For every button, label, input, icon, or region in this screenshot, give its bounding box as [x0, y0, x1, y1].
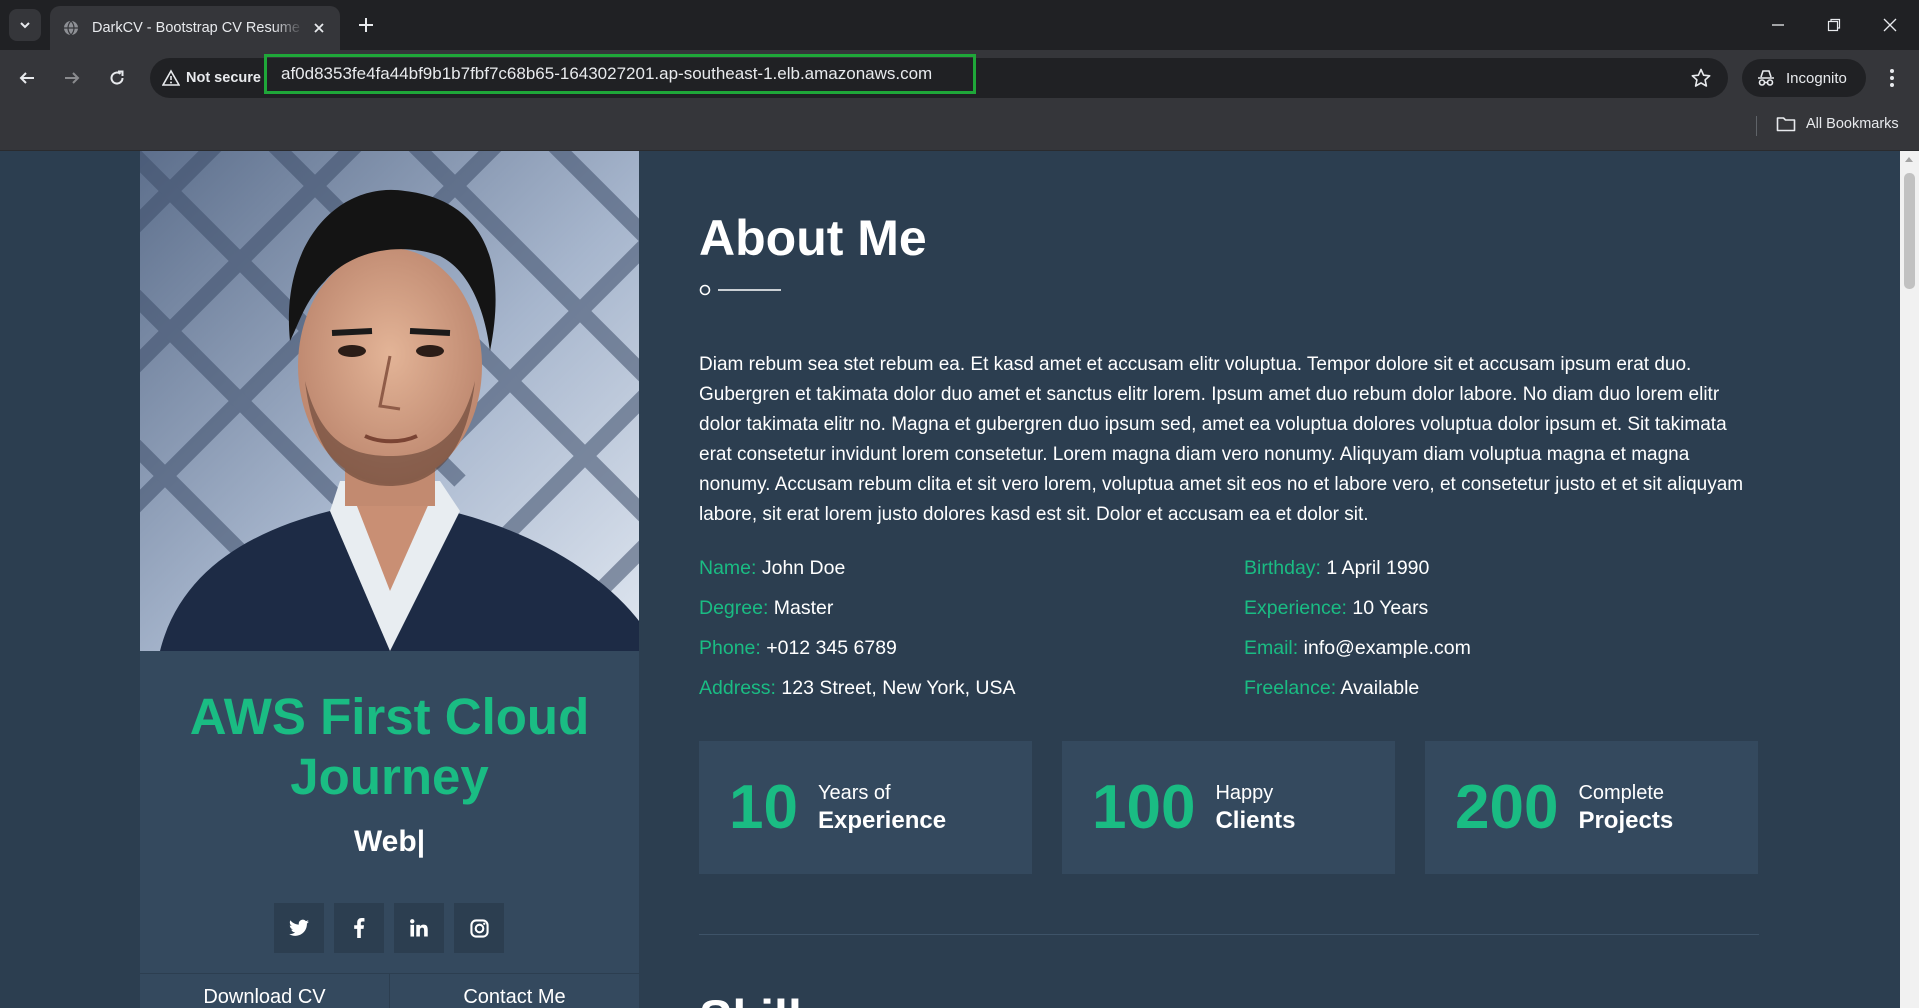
browser-tab[interactable]: DarkCV - Bootstrap CV Resume Template: [50, 6, 340, 50]
personal-info-grid: Name: John Doe Birthday: 1 April 1990 De…: [699, 554, 1759, 702]
forward-button[interactable]: [56, 62, 88, 94]
twitter-link[interactable]: [274, 903, 324, 953]
browser-toolbar: Not secure af0d8353fe4fa44bf9b1b7fbf7c68…: [0, 50, 1919, 105]
site-info-button[interactable]: Not secure: [162, 67, 261, 89]
security-label: Not secure: [186, 70, 261, 86]
minimize-icon: [1772, 24, 1784, 26]
scroll-up-arrow-icon[interactable]: [1905, 157, 1913, 162]
restore-button[interactable]: [1806, 0, 1862, 50]
download-cv-button[interactable]: Download CV: [140, 974, 389, 1008]
reload-icon: [110, 70, 124, 85]
info-email: Email: info@example.com: [1244, 637, 1471, 659]
info-phone: Phone: +012 345 6789: [699, 637, 897, 659]
tab-title: DarkCV - Bootstrap CV Resume Template: [92, 20, 304, 36]
incognito-button[interactable]: Incognito: [1742, 59, 1866, 97]
chevron-down-icon: [20, 22, 30, 29]
all-bookmarks-button[interactable]: All Bookmarks: [1776, 115, 1899, 133]
tab-search-button[interactable]: [9, 9, 41, 41]
bookmarks-separator: [1756, 116, 1757, 136]
url-text: af0d8353fe4fa44bf9b1b7fbf7c68b65-1643027…: [281, 64, 933, 83]
close-icon[interactable]: [310, 19, 328, 37]
stat-label-top: Happy: [1215, 781, 1274, 804]
contact-me-button[interactable]: Contact Me: [389, 974, 639, 1008]
info-experience: Experience: 10 Years: [1244, 597, 1429, 619]
linkedin-icon: [410, 919, 428, 937]
page-scrollbar[interactable]: [1900, 151, 1919, 1008]
facebook-link[interactable]: [334, 903, 384, 953]
twitter-icon: [289, 919, 309, 936]
stat-label-bottom: Experience: [817, 806, 947, 834]
window-close-button[interactable]: [1862, 0, 1918, 50]
stats-row: 10 Years of Experience 100 Happy Clients 2…: [699, 741, 1759, 874]
browser-tab-strip: DarkCV - Bootstrap CV Resume Template: [0, 0, 1919, 50]
section-title: About Me: [699, 210, 927, 266]
back-arrow-icon: [19, 72, 34, 84]
folder-icon: [1776, 117, 1796, 132]
incognito-label: Incognito: [1786, 69, 1847, 87]
restore-icon: [1827, 18, 1841, 32]
stat-card-experience: 10 Years of Experience: [699, 741, 1032, 874]
globe-icon: [64, 20, 78, 36]
minimize-button[interactable]: [1750, 0, 1806, 50]
linkedin-link[interactable]: [394, 903, 444, 953]
stat-number: 100: [1092, 772, 1196, 842]
stat-label-top: Complete: [1578, 781, 1665, 804]
close-icon: [1883, 18, 1897, 32]
info-freelance: Freelance: Available: [1244, 677, 1420, 699]
page-viewport: AWS First Cloud Journey Web| Download CV…: [0, 151, 1900, 1008]
social-links: [274, 903, 504, 953]
url-highlight-box[interactable]: af0d8353fe4fa44bf9b1b7fbf7c68b65-1643027…: [264, 54, 976, 94]
reload-button[interactable]: [101, 62, 133, 94]
all-bookmarks-label: All Bookmarks: [1806, 116, 1899, 132]
profile-photo: [140, 151, 639, 651]
info-degree: Degree: Master: [699, 597, 834, 619]
scrollbar-thumb[interactable]: [1904, 173, 1915, 289]
new-tab-button[interactable]: [352, 11, 380, 39]
plus-icon: [359, 18, 373, 32]
facebook-icon: [354, 918, 365, 938]
info-name: Name: John Doe: [699, 557, 846, 579]
title-divider: [699, 284, 781, 296]
bookmark-star-icon[interactable]: [1690, 67, 1712, 89]
info-birthday: Birthday: 1 April 1990: [1244, 557, 1430, 579]
stat-card-clients: 100 Happy Clients: [1062, 741, 1395, 874]
stat-label-bottom: Clients: [1215, 806, 1296, 834]
about-paragraph: Diam rebum sea stet rebum ea. Et kasd am…: [699, 354, 1744, 525]
stat-label-bottom: Projects: [1578, 806, 1674, 834]
stat-label-top: Years of: [817, 781, 891, 804]
instagram-icon: [469, 918, 489, 938]
typed-role-text: Web|: [353, 825, 426, 858]
kebab-menu-icon: [1890, 69, 1894, 87]
sidebar-actions: Download CV Contact Me: [140, 973, 639, 1008]
brand-title: AWS First Cloud Journey: [189, 688, 590, 805]
back-button[interactable]: [11, 62, 43, 94]
instagram-link[interactable]: [454, 903, 504, 953]
stat-card-projects: 200 Complete Projects: [1425, 741, 1758, 874]
forward-arrow-icon: [65, 72, 80, 84]
stat-number: 200: [1455, 772, 1559, 842]
warning-icon: [162, 69, 180, 86]
stat-number: 10: [729, 772, 798, 842]
address-bar[interactable]: Not secure af0d8353fe4fa44bf9b1b7fbf7c68…: [150, 54, 1728, 98]
skills-section-title: Skills: [699, 989, 830, 1008]
incognito-icon: [1758, 70, 1774, 86]
info-address: Address: 123 Street, New York, USA: [699, 677, 1016, 699]
profile-sidebar: AWS First Cloud Journey Web| Download CV…: [140, 151, 639, 1008]
bookmarks-bar: All Bookmarks: [0, 105, 1919, 151]
section-divider: [699, 934, 1759, 935]
browser-menu-button[interactable]: [1876, 62, 1908, 94]
